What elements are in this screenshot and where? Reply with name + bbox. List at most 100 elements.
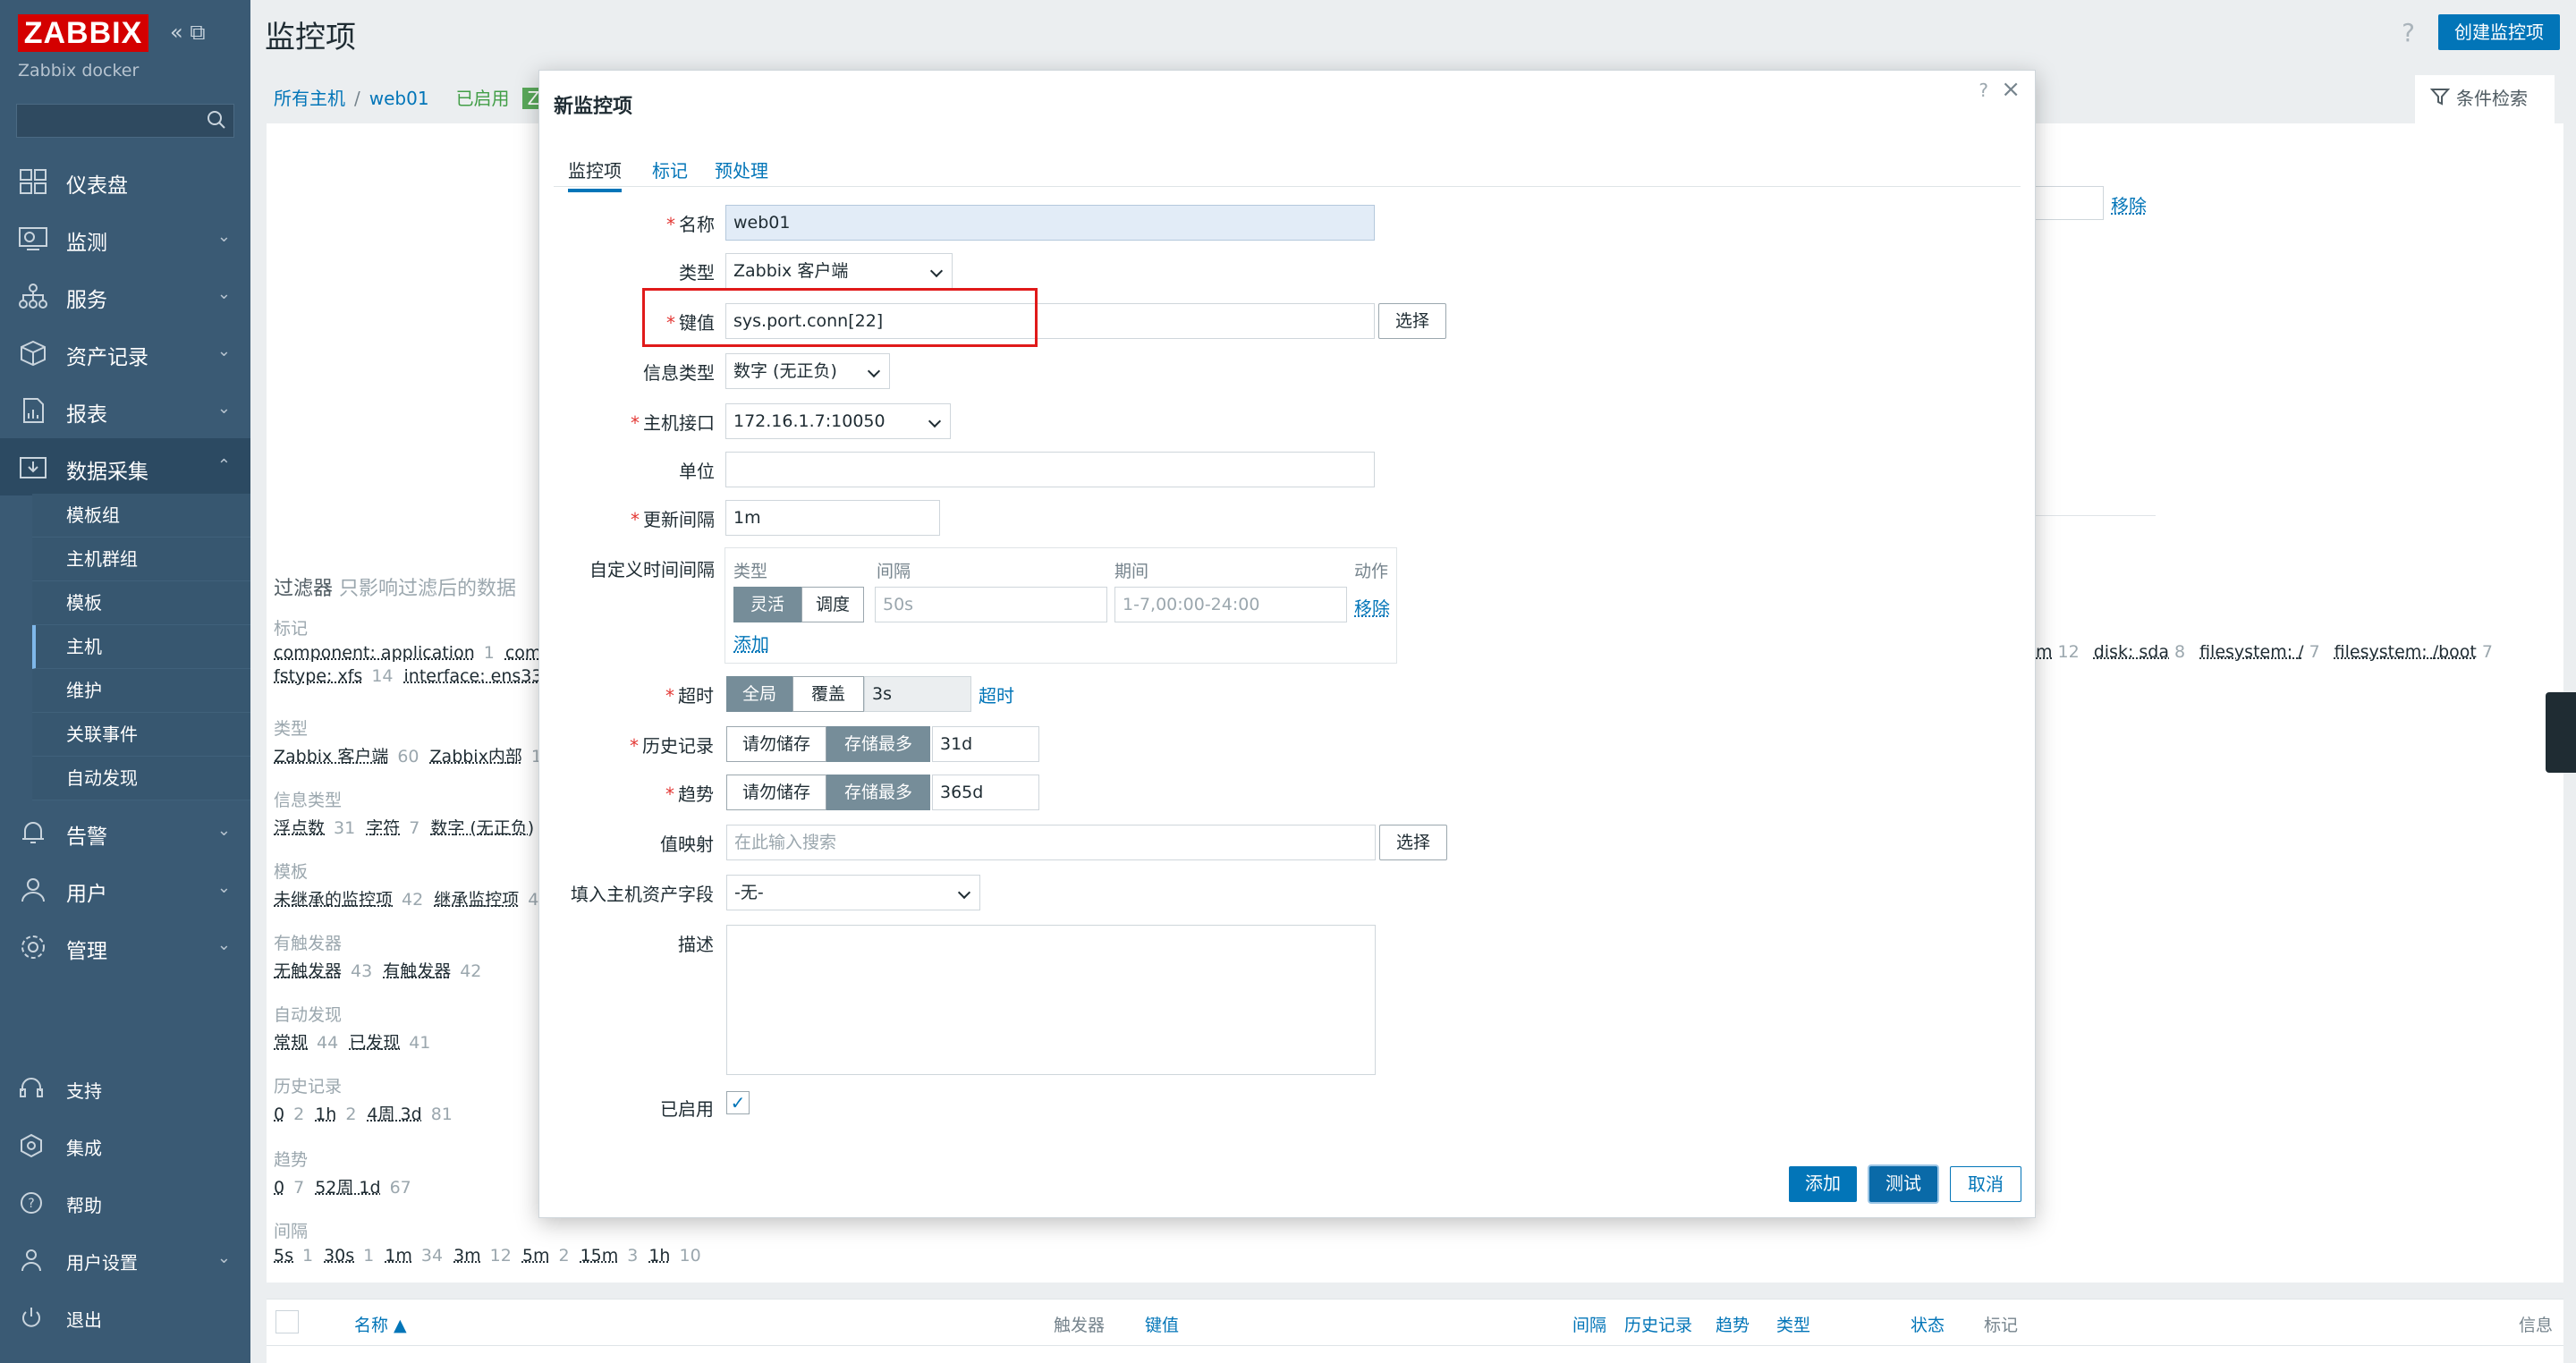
filter-value-link[interactable]: 30s xyxy=(324,1246,354,1266)
collapse-sidebar-icon[interactable]: « ⧉ xyxy=(170,20,205,45)
column-type[interactable]: 类型 xyxy=(1776,1312,1810,1336)
tab-item[interactable]: 监控项 xyxy=(568,157,622,192)
name-input[interactable]: web01 xyxy=(725,205,1375,241)
tab-preprocessing[interactable]: 预处理 xyxy=(715,157,768,182)
filter-value-link[interactable]: interface: ens33 xyxy=(404,666,543,686)
filter-value-link[interactable]: 数字 (无正负) xyxy=(430,818,534,838)
column-trends[interactable]: 趋势 xyxy=(1716,1312,1750,1336)
nav-reports[interactable]: 报表 ⌄ xyxy=(0,381,250,438)
zabbix-logo[interactable]: ZABBIX xyxy=(18,14,148,52)
filter-value-link[interactable]: 1m xyxy=(385,1246,412,1266)
filter-value-link[interactable]: 有触发器 xyxy=(383,961,451,981)
filter-value-link[interactable]: filesystem: / xyxy=(2199,642,2303,662)
filter-value-link[interactable]: 浮点数 xyxy=(274,818,325,838)
inventory-select[interactable]: -无- xyxy=(726,875,980,910)
filter-value-link[interactable]: 5m xyxy=(522,1246,550,1266)
dialog-help-icon[interactable]: ? xyxy=(1979,80,1988,101)
nav-signout[interactable]: 退出 xyxy=(0,1290,250,1343)
create-item-button[interactable]: 创建监控项 xyxy=(2438,14,2560,50)
filter-value-link[interactable]: m xyxy=(2036,642,2053,662)
nav-monitoring[interactable]: 监测 ⌄ xyxy=(0,209,250,267)
custom-remove-link[interactable]: 移除 xyxy=(1354,594,1390,620)
interface-select[interactable]: 172.16.1.7:10050 xyxy=(725,403,951,439)
enabled-checkbox[interactable]: ✓ xyxy=(726,1091,750,1114)
history-store-toggle[interactable]: 存储最多 xyxy=(826,726,930,762)
host-status[interactable]: 已启用 xyxy=(456,88,510,109)
filter-remove-link[interactable]: 移除 xyxy=(2111,191,2147,217)
custom-interval-input[interactable]: 50s xyxy=(875,587,1107,622)
filter-value-link[interactable]: Zabbix 客户端 xyxy=(274,747,388,766)
filter-value-link[interactable]: 15m xyxy=(580,1246,619,1266)
sidebar-search-input[interactable] xyxy=(16,104,234,138)
timeout-global-toggle[interactable]: 全局 xyxy=(726,676,792,712)
filter-value-link[interactable]: 字符 xyxy=(366,818,400,838)
help-icon[interactable]: ? xyxy=(2402,18,2415,47)
info-type-select[interactable]: 数字 (无正负) xyxy=(725,353,890,389)
filter-value-link[interactable]: 3m xyxy=(453,1246,481,1266)
unit-input[interactable] xyxy=(725,452,1375,487)
nav-help[interactable]: ? 帮助 xyxy=(0,1175,250,1229)
trends-store-toggle[interactable]: 存储最多 xyxy=(826,775,930,810)
filter-value-link[interactable]: 继承监控项 xyxy=(434,890,519,910)
custom-flexible-toggle[interactable]: 灵活 xyxy=(733,587,801,622)
subnav-template-groups[interactable]: 模板组 xyxy=(32,494,250,538)
filter-value-link[interactable]: 0 xyxy=(274,1105,284,1124)
filter-value-link[interactable]: component: application xyxy=(274,643,475,663)
select-all-checkbox[interactable] xyxy=(275,1310,299,1333)
description-textarea[interactable] xyxy=(726,925,1376,1075)
key-select-button[interactable]: 选择 xyxy=(1378,303,1446,339)
history-input[interactable]: 31d xyxy=(932,726,1039,762)
filter-value-link[interactable]: 1h xyxy=(315,1105,336,1124)
tab-tags[interactable]: 标记 xyxy=(652,157,688,182)
interval-input[interactable]: 1m xyxy=(725,500,940,536)
filter-value-link[interactable]: 0 xyxy=(274,1178,284,1198)
nav-inventory[interactable]: 资产记录 ⌄ xyxy=(0,324,250,381)
subnav-discovery[interactable]: 自动发现 xyxy=(32,757,250,800)
custom-add-link[interactable]: 添加 xyxy=(733,630,769,656)
type-select[interactable]: Zabbix 客户端 xyxy=(725,253,953,289)
nav-integrations[interactable]: 集成 xyxy=(0,1118,250,1172)
nav-data-collection[interactable]: 数据采集 ⌃ xyxy=(0,438,250,495)
subnav-host-groups[interactable]: 主机群组 xyxy=(32,538,250,581)
filter-value-link[interactable]: Zabbix内部 xyxy=(430,747,522,766)
valuemap-input[interactable]: 在此输入搜索 xyxy=(726,825,1376,860)
timeout-input[interactable]: 3s xyxy=(864,676,971,712)
filter-tab[interactable]: 条件检索 xyxy=(2415,75,2555,125)
breadcrumb-all-hosts[interactable]: 所有主机 xyxy=(274,88,345,109)
filter-input-fragment[interactable] xyxy=(2036,186,2104,220)
column-key[interactable]: 键值 xyxy=(1145,1312,1179,1336)
filter-value-link[interactable]: fstype: xfs xyxy=(274,666,362,686)
nav-services[interactable]: 服务 ⌄ xyxy=(0,267,250,324)
filter-value-link[interactable]: 52周 1d xyxy=(315,1178,380,1198)
timeout-override-toggle[interactable]: 覆盖 xyxy=(792,676,864,712)
dialog-close-icon[interactable]: × xyxy=(2001,76,2021,103)
filter-value-link[interactable]: 1h xyxy=(648,1246,670,1266)
nav-user-settings[interactable]: 用户设置 ⌄ xyxy=(0,1232,250,1286)
filter-value-link[interactable]: 5s xyxy=(274,1246,293,1266)
filter-value-link[interactable]: 已发现 xyxy=(349,1033,400,1053)
breadcrumb-host[interactable]: web01 xyxy=(369,88,429,109)
custom-scheduling-toggle[interactable]: 调度 xyxy=(801,587,864,622)
trends-input[interactable]: 365d xyxy=(932,775,1039,810)
side-panel-handle[interactable] xyxy=(2546,692,2576,773)
filter-value-link[interactable]: 无触发器 xyxy=(274,961,342,981)
add-button[interactable]: 添加 xyxy=(1789,1166,1857,1202)
column-status[interactable]: 状态 xyxy=(1911,1312,1945,1336)
nav-administration[interactable]: 管理 ⌄ xyxy=(0,918,250,975)
trends-do-not-store-toggle[interactable]: 请勿储存 xyxy=(726,775,826,810)
test-button[interactable]: 测试 xyxy=(1869,1166,1937,1202)
nav-users[interactable]: 用户 ⌄ xyxy=(0,860,250,918)
valuemap-select-button[interactable]: 选择 xyxy=(1379,825,1447,860)
column-history[interactable]: 历史记录 xyxy=(1624,1312,1692,1336)
nav-alerts[interactable]: 告警 ⌄ xyxy=(0,803,250,860)
filter-value-link[interactable]: disk: sda xyxy=(2094,642,2169,662)
history-do-not-store-toggle[interactable]: 请勿储存 xyxy=(726,726,826,762)
subnav-maintenance[interactable]: 维护 xyxy=(32,669,250,713)
column-interval[interactable]: 间隔 xyxy=(1572,1312,1606,1336)
filter-value-link[interactable]: 未继承的监控项 xyxy=(274,890,393,910)
nav-dashboard[interactable]: 仪表盘 xyxy=(0,152,250,209)
subnav-event-correlation[interactable]: 关联事件 xyxy=(32,713,250,757)
cancel-button[interactable]: 取消 xyxy=(1950,1166,2021,1202)
column-name[interactable]: 名称 ▲ xyxy=(354,1312,407,1336)
table-row[interactable] xyxy=(267,1345,2563,1363)
